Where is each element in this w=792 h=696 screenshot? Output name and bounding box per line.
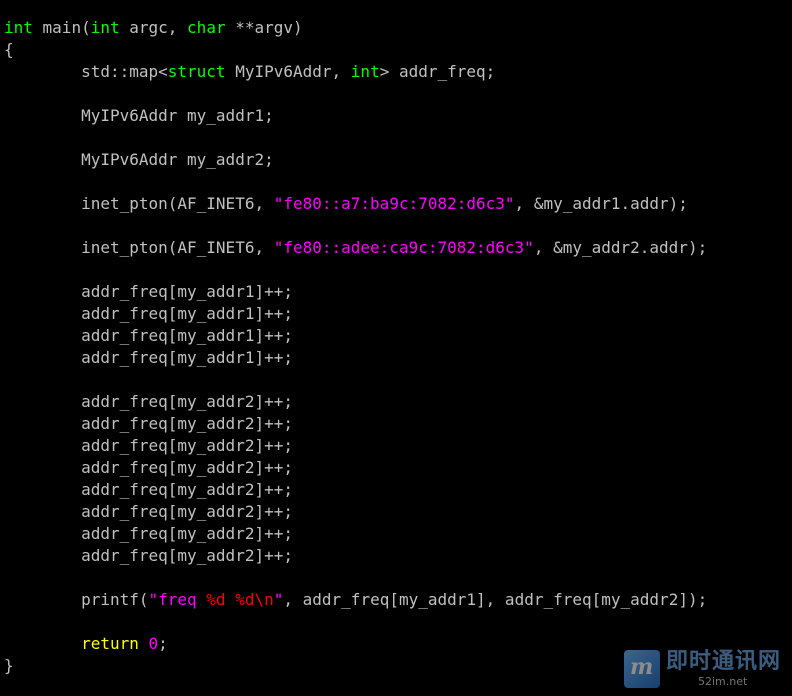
code-line: }: [4, 655, 707, 677]
code-token: addr_freq[my_addr2]++;: [4, 480, 293, 499]
code-token: inet_pton(AF_INET6,: [4, 238, 274, 257]
code-token: %d: [206, 590, 226, 609]
code-token: MyIPv6Addr my_addr1;: [4, 106, 274, 125]
code-editor: int main(int argc, char **argv){ std::ma…: [4, 17, 707, 677]
code-token: "fe80::a7:ba9c:7082:d6c3": [273, 194, 515, 213]
code-line: std::map<struct MyIPv6Addr, int> addr_fr…: [4, 61, 707, 83]
code-token: ": [273, 590, 284, 609]
code-token: > addr_freq;: [379, 62, 496, 81]
code-token: "freq: [148, 590, 207, 609]
code-line: addr_freq[my_addr2]++;: [4, 501, 707, 523]
code-token: inet_pton(AF_INET6,: [4, 194, 274, 213]
code-token: 0: [148, 634, 159, 653]
code-line: addr_freq[my_addr1]++;: [4, 347, 707, 369]
code-line: MyIPv6Addr my_addr1;: [4, 105, 707, 127]
code-line: {: [4, 39, 707, 61]
code-token: %d: [235, 590, 255, 609]
code-token: addr_freq[my_addr2]++;: [4, 414, 293, 433]
code-token: addr_freq[my_addr2]++;: [4, 546, 293, 565]
code-token: \n: [254, 590, 274, 609]
code-token: int: [4, 18, 33, 37]
code-token: int: [90, 18, 120, 37]
code-token: addr_freq[my_addr2]++;: [4, 524, 293, 543]
code-line: addr_freq[my_addr1]++;: [4, 303, 707, 325]
code-token: int: [350, 62, 380, 81]
code-token: }: [4, 656, 14, 675]
code-line: addr_freq[my_addr1]++;: [4, 281, 707, 303]
code-token: addr_freq[my_addr1]++;: [4, 348, 293, 367]
code-token: main(: [32, 18, 91, 37]
code-token: printf(: [4, 590, 149, 609]
code-token: , &my_addr2.addr);: [533, 238, 708, 257]
code-token: std::map<: [4, 62, 168, 81]
code-line: addr_freq[my_addr2]++;: [4, 523, 707, 545]
code-line: return 0;: [4, 633, 707, 655]
code-line: addr_freq[my_addr2]++;: [4, 391, 707, 413]
code-token: {: [4, 40, 14, 59]
code-token: argc,: [119, 18, 188, 37]
code-token: addr_freq[my_addr1]++;: [4, 282, 293, 301]
code-line: addr_freq[my_addr2]++;: [4, 479, 707, 501]
watermark-logo-icon: m: [624, 650, 660, 688]
code-token: char: [187, 18, 226, 37]
code-line: inet_pton(AF_INET6, "fe80::adee:ca9c:708…: [4, 237, 707, 259]
code-token: "fe80::adee:ca9c:7082:d6c3": [273, 238, 534, 257]
code-token: addr_freq[my_addr1]++;: [4, 304, 293, 323]
code-line: addr_freq[my_addr2]++;: [4, 413, 707, 435]
code-line: MyIPv6Addr my_addr2;: [4, 149, 707, 171]
code-line: inet_pton(AF_INET6, "fe80::a7:ba9c:7082:…: [4, 193, 707, 215]
watermark-title: 即时通讯网: [666, 649, 782, 674]
code-token: , addr_freq[my_addr1], addr_freq[my_addr…: [283, 590, 708, 609]
watermark-logo-glyph: m: [630, 654, 654, 680]
code-line: addr_freq[my_addr2]++;: [4, 457, 707, 479]
code-token: addr_freq[my_addr2]++;: [4, 436, 293, 455]
code-token: addr_freq[my_addr2]++;: [4, 502, 293, 521]
code-line: addr_freq[my_addr1]++;: [4, 325, 707, 347]
code-token: addr_freq[my_addr1]++;: [4, 326, 293, 345]
watermark-subtitle: 52im.net: [698, 675, 748, 688]
code-token: ;: [158, 634, 168, 653]
code-line: int main(int argc, char **argv): [4, 17, 707, 39]
code-token: addr_freq[my_addr2]++;: [4, 392, 293, 411]
code-token: MyIPv6Addr my_addr2;: [4, 150, 274, 169]
watermark: m 即时通讯网 52im.net: [624, 648, 788, 692]
code-token: **argv): [225, 18, 303, 37]
code-line: addr_freq[my_addr2]++;: [4, 545, 707, 567]
code-token: MyIPv6Addr,: [225, 62, 351, 81]
code-line: addr_freq[my_addr2]++;: [4, 435, 707, 457]
code-token: struct: [167, 62, 226, 81]
code-token: , &my_addr1.addr);: [514, 194, 688, 213]
code-line: printf("freq %d %d\n", addr_freq[my_addr…: [4, 589, 707, 611]
code-token: addr_freq[my_addr2]++;: [4, 458, 293, 477]
code-token: return: [81, 634, 139, 653]
